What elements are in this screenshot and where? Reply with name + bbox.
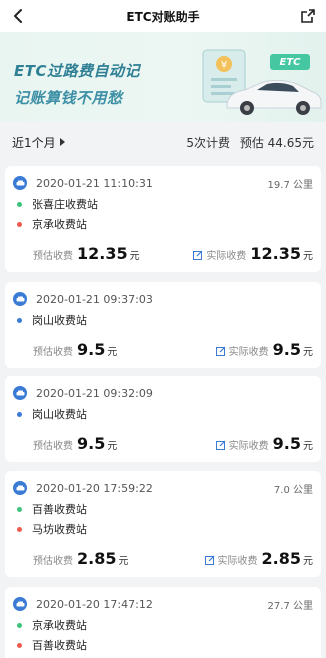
station-exit: 京承收费站 [17,216,87,232]
car-icon [13,597,27,611]
record-datetime: 2020-01-21 11:10:31 [36,176,153,190]
estimated-total: 预估 44.65元 [239,135,314,150]
edit-icon[interactable] [193,250,203,260]
banner-subheadline: 记账算钱不用愁 [14,89,123,107]
estimated-fee: 预估收费 9.5 元 [33,434,118,453]
etc-badge: ETC [270,54,310,70]
station-entry: 岗山收费站 [17,406,87,422]
station-name: 百善收费站 [32,639,87,652]
station-entry: 百善收费站 [17,501,87,517]
station-entry: 京承收费站 [17,617,87,633]
svg-text:¥: ¥ [221,60,227,71]
back-arrow-icon[interactable] [8,6,28,26]
record-card[interactable]: 2020-01-20 17:59:22 7.0 公里 百善收费站 马坊收费站 预… [5,471,321,577]
banner-headline: ETC过路费自动记 [14,62,140,80]
station-entry: 张喜庄收费站 [17,196,98,212]
record-datetime: 2020-01-21 09:32:09 [36,386,153,400]
station-exit: 百善收费站 [17,637,87,653]
car-icon [13,292,27,306]
car-illustration-icon: ¥ [202,49,322,115]
actual-fee[interactable]: 实际收费 9.5 元 [215,340,313,359]
station-name: 岗山收费站 [32,314,87,327]
edit-icon[interactable] [215,346,226,356]
record-card[interactable]: 2020-01-21 09:37:03 岗山收费站 预估收费 9.5 元 实际收… [5,282,321,368]
station-name: 京承收费站 [32,218,87,231]
charge-count: 5次计费 [186,135,230,150]
station-exit: 马坊收费站 [17,521,87,537]
record-card[interactable]: 2020-01-20 17:47:12 27.7 公里 京承收费站 百善收费站 [5,587,321,658]
record-datetime: 2020-01-20 17:59:22 [36,481,153,495]
station-name: 百善收费站 [32,503,87,516]
period-selector[interactable]: 近1个月 [12,134,65,151]
station-name: 京承收费站 [32,619,87,632]
car-icon [13,481,27,495]
page-title: ETC对账助手 [126,9,200,24]
share-icon[interactable] [298,6,318,26]
period-label: 近1个月 [12,135,56,150]
record-card[interactable]: 2020-01-21 09:32:09 岗山收费站 预估收费 9.5 元 实际收… [5,376,321,462]
summary-stats: 5次计费 预估 44.65元 [180,134,314,151]
exit-dot-icon [17,642,22,648]
car-icon [13,386,27,400]
record-datetime: 2020-01-20 17:47:12 [36,597,153,611]
record-distance: 7.0 公里 [273,484,313,496]
station-dot-icon [17,317,22,323]
edit-icon[interactable] [204,555,215,565]
estimated-fee: 预估收费 9.5 元 [33,340,118,359]
station-name: 张喜庄收费站 [32,198,98,211]
station-entry: 岗山收费站 [17,312,87,328]
record-card[interactable]: 2020-01-21 11:10:31 19.7 公里 张喜庄收费站 京承收费站… [5,166,321,272]
edit-icon[interactable] [215,440,226,450]
exit-dot-icon [17,526,22,532]
car-icon [13,176,27,190]
record-distance: 27.7 公里 [267,600,313,612]
nav-bar: ETC对账助手 [0,0,326,32]
entry-dot-icon [17,506,22,512]
actual-fee[interactable]: 实际收费 9.5 元 [215,434,313,453]
station-name: 岗山收费站 [32,408,87,421]
record-distance: 19.7 公里 [267,179,313,191]
estimated-fee: 预估收费 12.35 元 [33,244,140,263]
entry-dot-icon [17,201,22,207]
station-dot-icon [17,411,22,417]
summary-bar: 近1个月 5次计费 预估 44.65元 [0,122,326,162]
actual-fee[interactable]: 实际收费 12.35 元 [193,244,313,263]
exit-dot-icon [17,221,22,227]
actual-fee[interactable]: 实际收费 2.85 元 [204,549,313,568]
triangle-right-icon [59,138,65,146]
entry-dot-icon [17,622,22,628]
promo-banner[interactable]: ETC过路费自动记 记账算钱不用愁 ¥ ETC [0,32,326,122]
station-name: 马坊收费站 [32,523,87,536]
record-datetime: 2020-01-21 09:37:03 [36,292,153,306]
estimated-fee: 预估收费 2.85 元 [33,549,129,568]
